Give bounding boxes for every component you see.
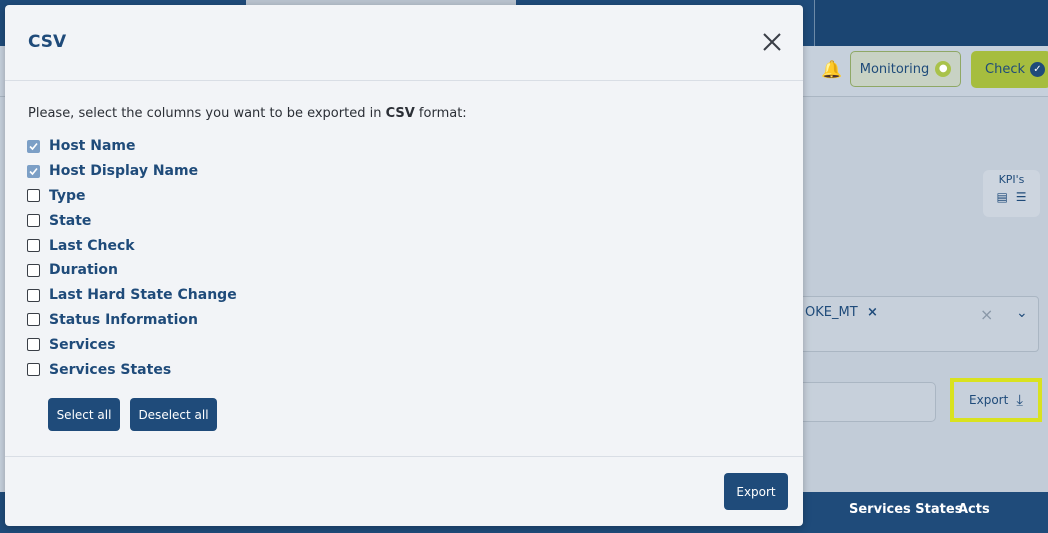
chart-icon: ▤ [996,190,1008,204]
column-option[interactable]: State [27,208,237,233]
column-option-label: Last Hard State Change [49,287,237,304]
column-checkbox[interactable] [27,164,40,178]
checkmark-icon: ✓ [1030,62,1045,77]
column-checkbox[interactable] [27,189,40,203]
column-option-label: Services [49,336,116,353]
monitoring-button: Monitoring ● [850,51,961,87]
column-option[interactable]: Duration [27,258,237,283]
check-label: Check [985,62,1025,77]
list-icon: ☰ [1015,190,1027,204]
chevron-down-icon: ⌄ [1016,305,1028,321]
column-checkbox[interactable] [27,239,40,253]
csv-export-modal: CSV Please, select the columns you want … [5,5,803,526]
modal-title: CSV [28,32,67,52]
export-button[interactable]: Export [724,473,788,510]
select-all-button[interactable]: Select all [48,398,120,431]
column-option[interactable]: Last Check [27,233,237,258]
eye-icon: ● [935,61,952,77]
column-option-label: Type [49,187,86,204]
column-option[interactable]: Type [27,184,237,209]
kpis-label: KPI's [998,173,1025,186]
column-option[interactable]: Services States [27,357,237,382]
column-option-label: Duration [49,262,119,279]
kpis-widget: KPI's ▤ ☰ [983,170,1040,217]
remove-tag-icon: × [867,305,878,320]
table-search-input [796,382,936,422]
top-bar-user-area [815,0,1048,46]
column-checkbox[interactable] [27,363,40,377]
check-button: Check ✓ [971,51,1048,88]
monitoring-label: Monitoring [859,61,930,77]
column-checkbox[interactable] [27,288,40,302]
intro-format: CSV [385,106,415,121]
modal-header: CSV [5,5,803,81]
column-option-label: Last Check [49,237,135,254]
filter-tag-label: OKE_MT [805,305,858,320]
modal-footer [5,456,803,527]
column-header-acts: Acts [958,502,990,517]
column-header-services-states: Services States [849,502,963,517]
column-checkbox[interactable] [27,139,40,153]
column-checkbox-list: Host Name Host Display Name Type State Last … [27,134,237,382]
export-button-background: Export ⤓ [950,378,1042,422]
column-option-label: State [49,212,92,229]
column-option-label: Host Name [49,138,136,155]
filter-select: OKE_MT × × ⌄ [796,296,1039,352]
intro-text: Please, select the columns you want to b… [28,106,467,121]
deselect-all-button[interactable]: Deselect all [130,398,217,431]
column-checkbox[interactable] [27,214,40,228]
bell-icon: 🔔 [821,60,843,80]
column-checkbox[interactable] [27,313,40,327]
column-option-label: Services States [49,361,172,378]
column-option[interactable]: Services [27,332,237,357]
column-option[interactable]: Status Information [27,308,237,333]
close-icon [763,33,781,51]
column-option[interactable]: Last Hard State Change [27,283,237,308]
clear-icon: × [980,305,994,324]
column-checkbox[interactable] [27,263,40,277]
column-option-label: Host Display Name [49,163,199,180]
column-option[interactable]: Host Display Name [27,159,237,184]
column-option-label: Status Information [49,311,198,328]
column-option[interactable]: Host Name [27,134,237,159]
column-checkbox[interactable] [27,338,40,352]
export-button-label: Export [969,393,1009,407]
close-button[interactable] [761,31,783,53]
download-icon: ⤓ [1016,391,1023,409]
